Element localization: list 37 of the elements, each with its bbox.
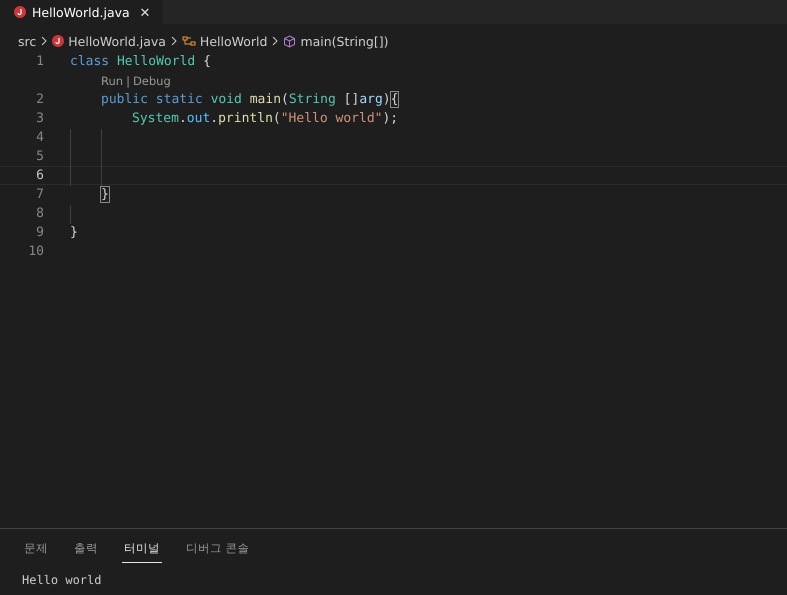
editor-tab[interactable]: HelloWorld.java ✕ xyxy=(0,0,163,24)
separator: | xyxy=(126,74,130,88)
line-number: 10 xyxy=(27,244,45,259)
code-lens-link[interactable]: Debug xyxy=(132,74,171,88)
tab-label: HelloWorld.java xyxy=(32,4,130,20)
line-number: 1 xyxy=(35,54,45,69)
code-line: } xyxy=(70,225,78,240)
chevron-right-icon xyxy=(40,36,48,46)
line-number: 3 xyxy=(35,111,45,126)
line-number: 9 xyxy=(35,225,45,240)
code-line: } xyxy=(101,187,109,202)
code-line: System.out.println("Hello world"); xyxy=(132,111,398,126)
panel-tab[interactable]: 출력 xyxy=(72,541,100,563)
chevron-right-icon xyxy=(271,36,280,46)
java-file-icon xyxy=(14,6,26,18)
panel-tab[interactable]: 디버그 콘솔 xyxy=(184,541,252,563)
chevron-right-icon xyxy=(170,36,178,46)
panel-tab[interactable]: 문제 xyxy=(22,541,50,563)
code-line: public static void main(String []arg){ xyxy=(101,92,398,107)
code-lens-link[interactable]: Run xyxy=(101,74,124,88)
panel-tab[interactable]: 터미널 xyxy=(122,541,162,563)
close-button[interactable]: ✕ xyxy=(136,4,155,20)
terminal-output: Hello world xyxy=(22,572,102,587)
breadcrumb-item[interactable]: main(String[]) xyxy=(300,34,388,48)
java-file-icon xyxy=(52,35,64,47)
breadcrumb-item[interactable]: HelloWorld xyxy=(200,34,268,48)
line-number: 6 xyxy=(35,168,45,183)
line-number: 2 xyxy=(35,92,45,107)
cube-icon xyxy=(283,34,296,48)
line-number: 7 xyxy=(35,187,45,202)
class-icon xyxy=(182,35,196,47)
line-number: 8 xyxy=(35,206,45,221)
breadcrumb-item[interactable]: HelloWorld.java xyxy=(68,34,166,48)
line-number: 5 xyxy=(35,149,45,164)
line-number: 4 xyxy=(35,130,45,145)
breadcrumb-item[interactable]: src xyxy=(18,34,36,48)
code-line: class HelloWorld { xyxy=(70,54,211,69)
